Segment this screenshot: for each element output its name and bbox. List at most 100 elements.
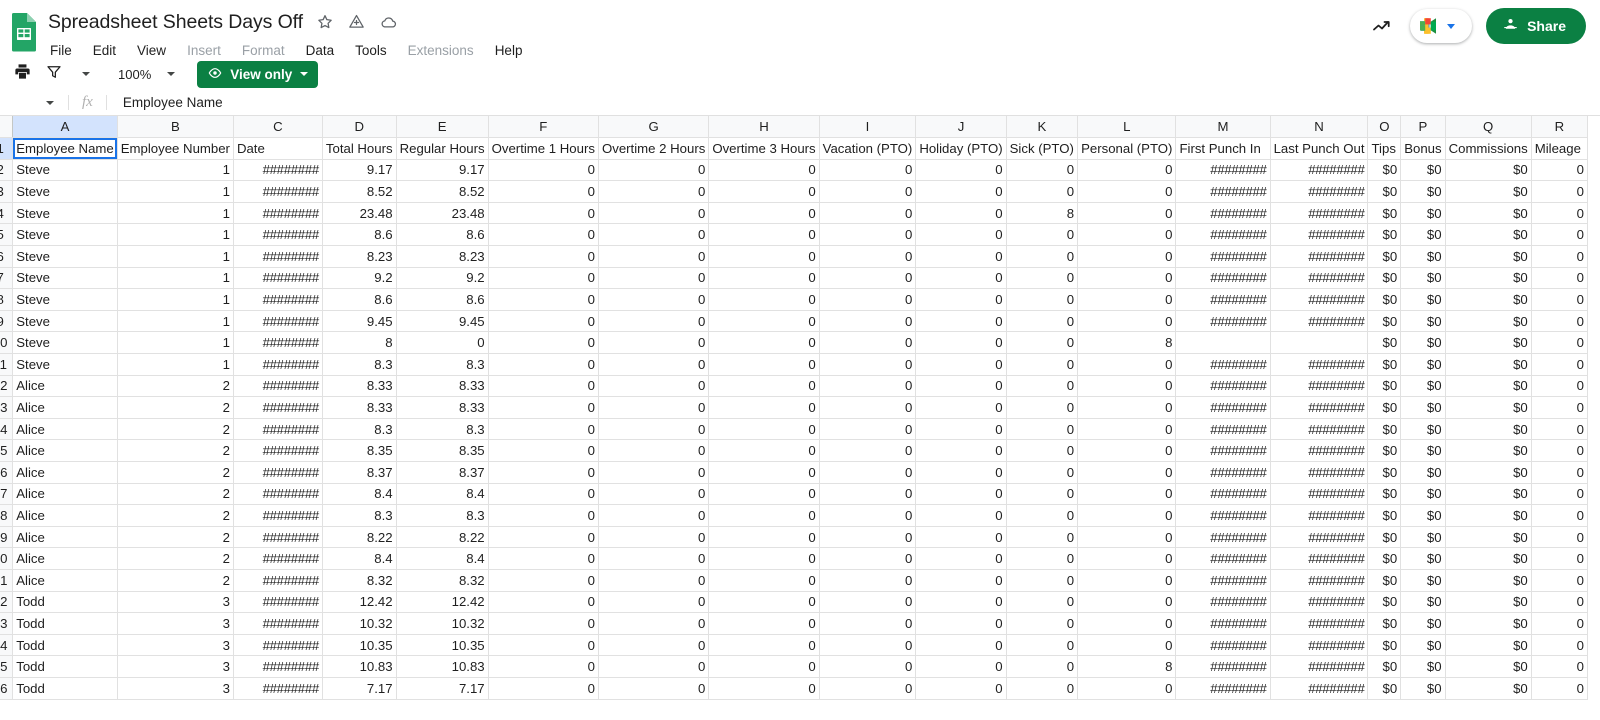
grid-cell[interactable]: ######## — [1175, 569, 1271, 592]
header-cell[interactable]: First Punch In — [1175, 137, 1271, 160]
grid-cell[interactable]: $0 — [1400, 677, 1446, 700]
column-header-P[interactable]: P — [1400, 116, 1446, 139]
grid-cell[interactable]: 8.52 — [396, 180, 489, 203]
grid-cell[interactable]: 0 — [1531, 267, 1589, 290]
grid-cell[interactable]: 0 — [708, 288, 820, 311]
grid-cell[interactable]: ######## — [233, 634, 323, 657]
grid-cell[interactable]: $0 — [1367, 418, 1402, 441]
grid-cell[interactable]: 1 — [117, 223, 234, 247]
grid-cell[interactable]: 0 — [488, 483, 599, 506]
grid-cell[interactable]: 0 — [708, 569, 820, 592]
grid-cell[interactable]: Todd — [12, 591, 118, 614]
grid-cell[interactable]: Steve — [12, 267, 118, 290]
grid-cell[interactable]: 0 — [1077, 504, 1177, 527]
header-cell[interactable]: Overtime 2 Hours — [598, 137, 710, 160]
grid-cell[interactable]: 0 — [1006, 591, 1079, 614]
grid-cell[interactable]: $0 — [1367, 504, 1402, 527]
header-cell[interactable]: Commissions — [1445, 137, 1532, 160]
grid-cell[interactable]: 0 — [915, 461, 1007, 484]
grid-cell[interactable]: 0 — [819, 202, 917, 225]
grid-cell[interactable]: 0 — [1531, 677, 1589, 700]
grid-cell[interactable]: 0 — [819, 159, 917, 182]
grid-cell[interactable]: 0 — [1006, 396, 1079, 419]
grid-cell[interactable]: 0 — [1077, 483, 1177, 506]
grid-cell[interactable]: ######## — [1175, 159, 1271, 182]
grid-cell[interactable]: ######## — [1270, 591, 1369, 614]
grid-cell[interactable]: ######## — [1270, 461, 1369, 484]
grid-cell[interactable]: $0 — [1400, 504, 1446, 527]
grid-cell[interactable]: 8.3 — [396, 418, 489, 441]
grid-cell[interactable]: 0 — [488, 569, 599, 592]
grid-cell[interactable]: 0 — [1006, 180, 1079, 203]
row-number[interactable]: 15 — [0, 439, 14, 462]
grid-cell[interactable]: 8.6 — [396, 288, 489, 311]
grid-cell[interactable]: $0 — [1445, 396, 1532, 419]
grid-cell[interactable]: 1 — [117, 288, 234, 311]
row-number[interactable]: 23 — [0, 612, 14, 635]
grid-cell[interactable]: 0 — [598, 202, 710, 225]
grid-cell[interactable]: 0 — [1531, 245, 1589, 268]
grid-cell[interactable]: Alice — [12, 396, 118, 419]
grid-cell[interactable]: 2 — [117, 504, 234, 527]
grid-cell[interactable]: 0 — [1531, 591, 1589, 614]
grid-cell[interactable]: $0 — [1445, 655, 1532, 678]
grid-cell[interactable]: ######## — [1175, 310, 1271, 333]
grid-cell[interactable]: 8.37 — [396, 461, 489, 484]
grid-cell[interactable]: ######## — [1175, 483, 1271, 506]
grid-cell[interactable]: ######## — [233, 677, 323, 700]
column-header-R[interactable]: R — [1531, 116, 1589, 139]
grid-cell[interactable]: 0 — [598, 461, 710, 484]
grid-cell[interactable]: 0 — [598, 634, 710, 657]
grid-cell[interactable]: 8.6 — [322, 288, 397, 311]
header-cell[interactable]: Holiday (PTO) — [915, 137, 1007, 160]
grid-cell[interactable]: Todd — [12, 677, 118, 700]
grid-cell[interactable]: 0 — [915, 310, 1007, 333]
grid-cell[interactable]: $0 — [1400, 159, 1446, 182]
grid-cell[interactable]: $0 — [1445, 180, 1532, 203]
grid-cell[interactable]: 0 — [1077, 591, 1177, 614]
column-header-Q[interactable]: Q — [1445, 116, 1532, 139]
grid-cell[interactable]: ######## — [1270, 202, 1369, 225]
grid-cell[interactable]: 0 — [819, 569, 917, 592]
grid-cell[interactable]: 0 — [708, 655, 820, 678]
grid-cell[interactable]: 0 — [488, 353, 599, 376]
grid-cell[interactable]: ######## — [233, 418, 323, 441]
grid-cell[interactable]: 0 — [598, 526, 710, 549]
grid-cell[interactable]: 8.22 — [396, 526, 489, 549]
grid-cell[interactable]: 0 — [708, 439, 820, 462]
grid-cell[interactable]: 2 — [117, 483, 234, 506]
grid-cell[interactable]: 0 — [488, 612, 599, 635]
grid-cell[interactable]: 0 — [1006, 331, 1079, 355]
grid-cell[interactable]: $0 — [1400, 483, 1446, 506]
grid-cell[interactable]: 8.4 — [322, 547, 397, 570]
grid-cell[interactable]: 0 — [488, 526, 599, 549]
grid-cell[interactable]: 0 — [915, 591, 1007, 614]
view-only-button[interactable]: View only — [197, 60, 319, 88]
grid-cell[interactable]: 0 — [819, 310, 917, 333]
grid-cell[interactable]: $0 — [1367, 483, 1402, 506]
grid-cell[interactable]: 1 — [117, 310, 234, 333]
grid-cell[interactable]: $0 — [1367, 223, 1402, 247]
grid-cell[interactable]: 8 — [1077, 655, 1177, 678]
grid-cell[interactable]: ######## — [233, 375, 323, 398]
grid-cell[interactable]: Alice — [12, 375, 118, 398]
row-number[interactable]: 9 — [0, 310, 14, 333]
grid-cell[interactable]: ######## — [1270, 526, 1369, 549]
grid-cell[interactable]: 0 — [819, 483, 917, 506]
grid-cell[interactable]: 0 — [1077, 547, 1177, 570]
row-number[interactable]: 3 — [0, 180, 14, 203]
header-cell[interactable]: Mileage — [1531, 137, 1589, 160]
grid-cell[interactable]: 9.45 — [322, 310, 397, 333]
grid-cell[interactable]: 0 — [708, 353, 820, 376]
grid-cell[interactable]: 0 — [1006, 569, 1079, 592]
grid-cell[interactable]: 0 — [598, 418, 710, 441]
grid-cell[interactable]: Alice — [12, 418, 118, 441]
grid-cell[interactable]: 0 — [819, 461, 917, 484]
grid-cell[interactable]: ######## — [1270, 375, 1369, 398]
row-number[interactable]: 21 — [0, 569, 14, 592]
grid-cell[interactable]: Alice — [12, 547, 118, 570]
grid-cell[interactable]: $0 — [1367, 612, 1402, 635]
grid-cell[interactable]: 8.3 — [322, 353, 397, 376]
grid-cell[interactable]: 0 — [598, 245, 710, 268]
grid-cell[interactable]: $0 — [1367, 202, 1402, 225]
